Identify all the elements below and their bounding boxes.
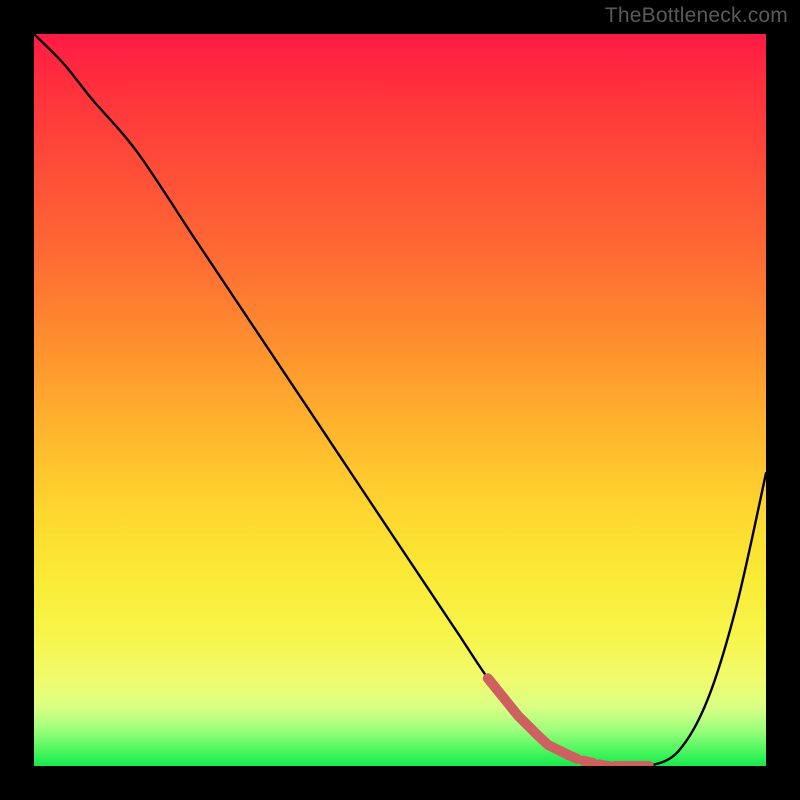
curve-svg bbox=[34, 34, 766, 766]
optimal-band-left bbox=[488, 678, 569, 755]
chart-frame: TheBottleneck.com bbox=[0, 0, 800, 800]
watermark-text: TheBottleneck.com bbox=[605, 4, 788, 28]
bottleneck-curve bbox=[34, 34, 766, 766]
optimal-band-right bbox=[568, 755, 649, 766]
plot-area bbox=[34, 34, 766, 766]
